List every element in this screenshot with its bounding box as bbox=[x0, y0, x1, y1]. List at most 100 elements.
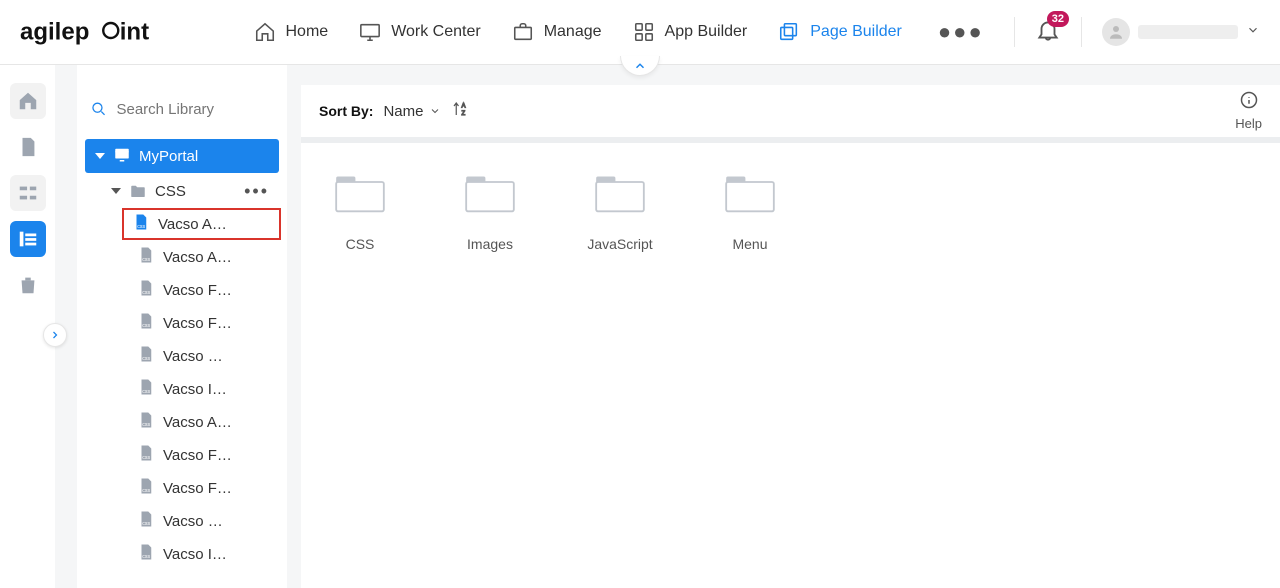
folder-name: CSS bbox=[325, 236, 395, 252]
sort-field-dropdown[interactable]: Name bbox=[383, 103, 441, 120]
svg-text:css: css bbox=[137, 224, 145, 230]
user-menu[interactable] bbox=[1102, 18, 1260, 46]
tree-root-label: MyPortal bbox=[139, 148, 198, 165]
folder-name: JavaScript bbox=[585, 236, 655, 252]
tree-file-label: Vacso A… bbox=[163, 249, 232, 266]
search-row bbox=[77, 85, 287, 133]
css-file-icon: css bbox=[137, 312, 155, 335]
help-button[interactable]: Help bbox=[1235, 91, 1262, 131]
css-file-icon: css bbox=[132, 213, 150, 236]
folder-icon bbox=[722, 171, 778, 215]
folder-card-css[interactable]: CSS bbox=[325, 171, 395, 560]
logo[interactable]: agilepint bbox=[20, 17, 193, 47]
css-file-icon: css bbox=[137, 246, 155, 269]
notifications-button[interactable]: 32 bbox=[1035, 17, 1061, 48]
nav-manage-label: Manage bbox=[544, 23, 602, 41]
chevron-up-icon bbox=[633, 59, 647, 73]
css-file-icon: css bbox=[137, 543, 155, 566]
folder-icon bbox=[129, 182, 147, 200]
svg-text:css: css bbox=[142, 455, 150, 461]
top-header: agilepint Home Work Center Manage App Bu… bbox=[0, 0, 1280, 65]
folder-card-menu[interactable]: Menu bbox=[715, 171, 785, 560]
grid-icon bbox=[632, 20, 656, 44]
svg-text:css: css bbox=[142, 488, 150, 494]
svg-text:int: int bbox=[120, 19, 149, 46]
folder-name: Images bbox=[455, 236, 525, 252]
tree-scroll[interactable]: MyPortal CSS ••• css Vacso A… css Vacso A… bbox=[77, 133, 287, 568]
expand-rail-button[interactable] bbox=[43, 323, 67, 347]
tree-file-label: Vacso F… bbox=[163, 447, 232, 464]
css-file-icon: css bbox=[137, 477, 155, 500]
css-file-icon: css bbox=[137, 411, 155, 434]
nav-work-center-label: Work Center bbox=[391, 23, 481, 41]
help-label: Help bbox=[1235, 116, 1262, 131]
briefcase-icon bbox=[511, 20, 535, 44]
header-right: 32 bbox=[1014, 17, 1260, 48]
nav-home[interactable]: Home bbox=[253, 20, 329, 44]
rail-page[interactable] bbox=[10, 129, 46, 165]
tree-file[interactable]: cssVacso … bbox=[85, 505, 279, 537]
tree-file[interactable]: css Vacso A… bbox=[85, 241, 279, 273]
divider bbox=[1014, 17, 1015, 47]
body: MyPortal CSS ••• css Vacso A… css Vacso A… bbox=[0, 65, 1280, 588]
css-file-icon: css bbox=[137, 279, 155, 302]
tree-folder-css[interactable]: CSS ••• bbox=[85, 175, 279, 207]
username-placeholder bbox=[1138, 25, 1238, 39]
tree-file[interactable]: css Vacso A… bbox=[122, 208, 281, 240]
info-icon bbox=[1240, 91, 1258, 109]
search-input[interactable] bbox=[116, 101, 273, 118]
svg-text:css: css bbox=[142, 521, 150, 527]
nav-home-label: Home bbox=[286, 23, 329, 41]
rail-form[interactable] bbox=[10, 175, 46, 211]
nav-page-builder[interactable]: Page Builder bbox=[777, 20, 902, 44]
folder-card-javascript[interactable]: JavaScript bbox=[585, 171, 655, 560]
sort-asc-icon: AZ bbox=[451, 100, 469, 118]
divider bbox=[1081, 17, 1082, 47]
rail-trash[interactable] bbox=[10, 267, 46, 303]
portal-icon bbox=[113, 145, 131, 168]
tree-file[interactable]: css Vacso F… bbox=[85, 307, 279, 339]
svg-text:css: css bbox=[142, 356, 150, 362]
folder-more-icon[interactable]: ••• bbox=[244, 181, 269, 202]
sort-bar: Sort By: Name AZ Help bbox=[301, 85, 1280, 137]
tree-file-label: Vacso … bbox=[163, 348, 223, 365]
nav-more-icon[interactable]: ●●● bbox=[932, 19, 990, 45]
css-file-icon: css bbox=[137, 378, 155, 401]
notification-badge: 32 bbox=[1047, 11, 1069, 27]
svg-text:css: css bbox=[142, 389, 150, 395]
rail-library[interactable] bbox=[10, 221, 46, 257]
svg-text:A: A bbox=[462, 103, 466, 109]
tree-file[interactable]: cssVacso I… bbox=[85, 373, 279, 405]
svg-text:css: css bbox=[142, 323, 150, 329]
tree-file-label: Vacso F… bbox=[163, 315, 232, 332]
css-file-icon: css bbox=[137, 345, 155, 368]
sort-order-button[interactable]: AZ bbox=[451, 100, 469, 123]
folder-card-images[interactable]: Images bbox=[455, 171, 525, 560]
main-area: Sort By: Name AZ Help CSS Images bbox=[287, 65, 1280, 588]
nav-app-builder-label: App Builder bbox=[665, 23, 748, 41]
tree-root-myportal[interactable]: MyPortal bbox=[85, 139, 279, 173]
tree-folder-label: CSS bbox=[155, 183, 236, 200]
svg-text:css: css bbox=[142, 257, 150, 263]
tree-file-label: Vacso A… bbox=[158, 216, 227, 233]
svg-text:css: css bbox=[142, 290, 150, 296]
search-icon bbox=[91, 100, 106, 118]
chevron-down-icon bbox=[429, 105, 441, 117]
rail-home[interactable] bbox=[10, 83, 46, 119]
css-file-icon: css bbox=[137, 444, 155, 467]
sort-by-label: Sort By: bbox=[319, 103, 373, 119]
copy-icon bbox=[777, 20, 801, 44]
nav-app-builder[interactable]: App Builder bbox=[632, 20, 748, 44]
home-icon bbox=[253, 20, 277, 44]
tree-file[interactable]: cssVacso I… bbox=[85, 538, 279, 568]
tree-file[interactable]: cssVacso F… bbox=[85, 274, 279, 306]
nav-work-center[interactable]: Work Center bbox=[358, 20, 481, 44]
tree-file[interactable]: css Vacso F… bbox=[85, 439, 279, 471]
nav-manage[interactable]: Manage bbox=[511, 20, 602, 44]
svg-text:css: css bbox=[142, 554, 150, 560]
tree-file[interactable]: cssVacso F… bbox=[85, 472, 279, 504]
tree-file[interactable]: css Vacso … bbox=[85, 340, 279, 372]
avatar bbox=[1102, 18, 1130, 46]
tree-file[interactable]: cssVacso A… bbox=[85, 406, 279, 438]
folder-grid: CSS Images JavaScript Menu bbox=[301, 143, 1280, 588]
